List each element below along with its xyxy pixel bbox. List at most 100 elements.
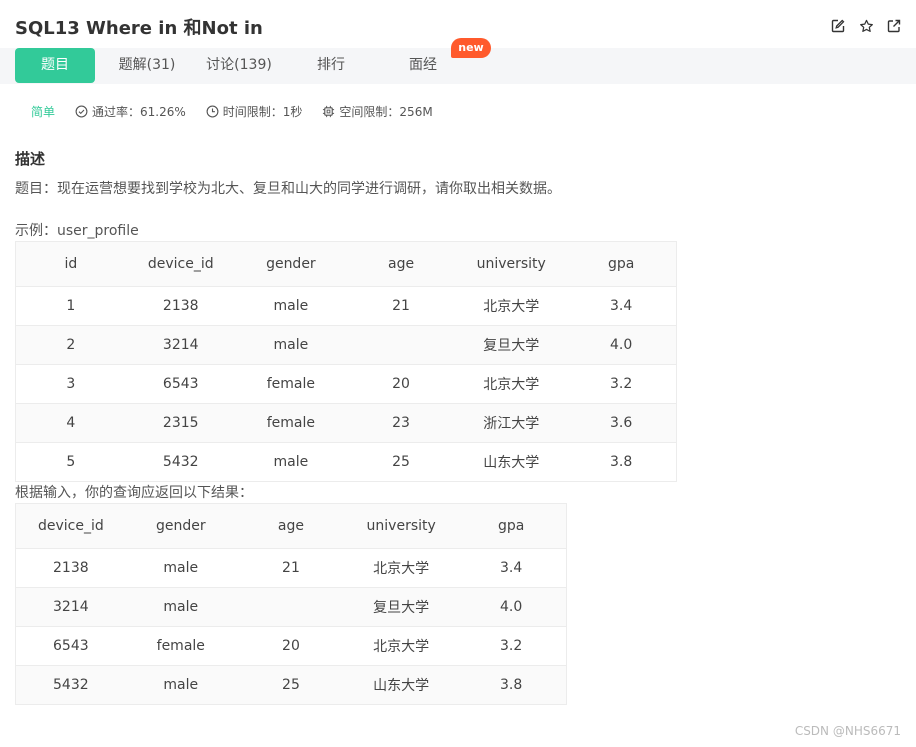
table-cell: 20 bbox=[235, 626, 347, 666]
table-cell: 3214 bbox=[15, 587, 126, 627]
table-cell: 复旦大学 bbox=[456, 325, 567, 365]
table-cell: 4.0 bbox=[566, 325, 677, 365]
table-cell: 北京大学 bbox=[346, 626, 457, 666]
table-cell bbox=[345, 325, 457, 365]
pass-rate-text: 通过率：61.26% bbox=[92, 104, 186, 119]
edit-icon[interactable] bbox=[824, 15, 852, 37]
tab-interview[interactable]: 面经 bbox=[398, 48, 448, 83]
column-header: id bbox=[15, 241, 126, 287]
result-label: 根据输入，你的查询应返回以下结果： bbox=[15, 485, 253, 501]
star-icon[interactable] bbox=[852, 15, 880, 37]
table-cell: 25 bbox=[345, 442, 457, 482]
table-cell: 6543 bbox=[15, 626, 126, 666]
table-cell bbox=[235, 587, 347, 627]
clock-icon bbox=[206, 105, 219, 117]
table-cell: 6543 bbox=[125, 364, 236, 404]
description-heading: 描述 bbox=[15, 150, 46, 168]
title-actions bbox=[824, 15, 908, 37]
table-cell: 21 bbox=[345, 286, 457, 326]
table-row: 3 6543 female 20 北京大学 3.2 bbox=[15, 364, 677, 404]
table-cell: 5432 bbox=[15, 665, 126, 705]
table-row: 5 5432 male 25 山东大学 3.8 bbox=[15, 442, 677, 482]
table-row: 1 2138 male 21 北京大学 3.4 bbox=[15, 286, 677, 326]
output-table: device_id gender age university gpa 2138… bbox=[15, 503, 567, 705]
table-row: 3214 male 复旦大学 4.0 bbox=[15, 587, 567, 627]
table-cell: male bbox=[235, 442, 346, 482]
table-cell: male bbox=[125, 548, 236, 588]
new-badge: new bbox=[451, 38, 491, 58]
table-cell: female bbox=[235, 403, 346, 443]
table-cell: 复旦大学 bbox=[346, 587, 457, 627]
table-cell: 5432 bbox=[125, 442, 236, 482]
table-cell: 3.4 bbox=[456, 548, 567, 588]
table-header-row: device_id gender age university gpa bbox=[15, 503, 567, 549]
column-header: age bbox=[345, 241, 457, 287]
table-cell: 3.2 bbox=[566, 364, 677, 404]
column-header: age bbox=[235, 503, 347, 549]
table-cell: 2138 bbox=[125, 286, 236, 326]
table-cell: 3.8 bbox=[566, 442, 677, 482]
table-cell: 3214 bbox=[125, 325, 236, 365]
table-cell: 北京大学 bbox=[456, 286, 567, 326]
column-header: university bbox=[456, 241, 567, 287]
share-icon[interactable] bbox=[880, 15, 908, 37]
table-cell: 25 bbox=[235, 665, 347, 705]
table-cell: male bbox=[125, 665, 236, 705]
table-cell: 4 bbox=[15, 403, 126, 443]
column-header: gpa bbox=[566, 241, 677, 287]
table-cell: 23 bbox=[345, 403, 457, 443]
table-row: 5432 male 25 山东大学 3.8 bbox=[15, 665, 567, 705]
column-header: gender bbox=[125, 503, 236, 549]
table-cell: 4.0 bbox=[456, 587, 567, 627]
table-cell: 山东大学 bbox=[346, 665, 457, 705]
table-cell: 3 bbox=[15, 364, 126, 404]
table-cell: 21 bbox=[235, 548, 347, 588]
table-cell: female bbox=[125, 626, 236, 666]
table-cell: 5 bbox=[15, 442, 126, 482]
page-title: SQL13 Where in 和Not in bbox=[15, 18, 263, 39]
space-limit: 空间限制：256M bbox=[322, 103, 433, 120]
tab-problem[interactable]: 题目 bbox=[15, 48, 95, 83]
table-cell: 3.8 bbox=[456, 665, 567, 705]
column-header: device_id bbox=[15, 503, 126, 549]
chip-icon bbox=[323, 105, 335, 117]
input-table: id device_id gender age university gpa 1… bbox=[15, 241, 677, 482]
table-cell: 2315 bbox=[125, 403, 236, 443]
column-header: device_id bbox=[125, 241, 236, 287]
column-header: university bbox=[346, 503, 457, 549]
table-cell: 3.6 bbox=[566, 403, 677, 443]
table-cell: male bbox=[125, 587, 236, 627]
table-row: 4 2315 female 23 浙江大学 3.6 bbox=[15, 403, 677, 443]
table-cell: male bbox=[235, 286, 346, 326]
table-cell: 山东大学 bbox=[456, 442, 567, 482]
table-row: 2 3214 male 复旦大学 4.0 bbox=[15, 325, 677, 365]
table-cell: 20 bbox=[345, 364, 457, 404]
table-cell: male bbox=[235, 325, 346, 365]
table-row: 6543 female 20 北京大学 3.2 bbox=[15, 626, 567, 666]
watermark: CSDN @NHS6671 bbox=[794, 724, 901, 738]
description-text: 题目：现在运营想要找到学校为北大、复旦和山大的同学进行调研，请你取出相关数据。 bbox=[15, 181, 561, 197]
tab-discussion[interactable]: 讨论(139) bbox=[200, 48, 278, 83]
tab-ranking[interactable]: 排行 bbox=[306, 48, 356, 83]
table-cell: 2 bbox=[15, 325, 126, 365]
column-header: gender bbox=[235, 241, 346, 287]
space-limit-text: 空间限制：256M bbox=[339, 104, 433, 119]
table-cell: 2138 bbox=[15, 548, 126, 588]
time-limit: 时间限制：1秒 bbox=[206, 103, 303, 120]
pass-rate: 通过率：61.26% bbox=[75, 103, 186, 120]
tab-solutions[interactable]: 题解(31) bbox=[112, 48, 182, 83]
example-label: 示例：user_profile bbox=[15, 223, 139, 239]
difficulty-badge: 简单 bbox=[31, 104, 56, 119]
table-cell: 3.2 bbox=[456, 626, 567, 666]
table-row: 2138 male 21 北京大学 3.4 bbox=[15, 548, 567, 588]
table-cell: 浙江大学 bbox=[456, 403, 567, 443]
column-header: gpa bbox=[456, 503, 567, 549]
table-header-row: id device_id gender age university gpa bbox=[15, 241, 677, 287]
table-cell: 北京大学 bbox=[456, 364, 567, 404]
table-cell: 3.4 bbox=[566, 286, 677, 326]
table-cell: 1 bbox=[15, 286, 126, 326]
problem-meta: 简单 通过率：61.26% 时间限制：1秒 空间限制：256M bbox=[31, 101, 453, 121]
table-cell: female bbox=[235, 364, 346, 404]
check-circle-icon bbox=[75, 105, 88, 117]
time-limit-text: 时间限制：1秒 bbox=[222, 104, 303, 119]
